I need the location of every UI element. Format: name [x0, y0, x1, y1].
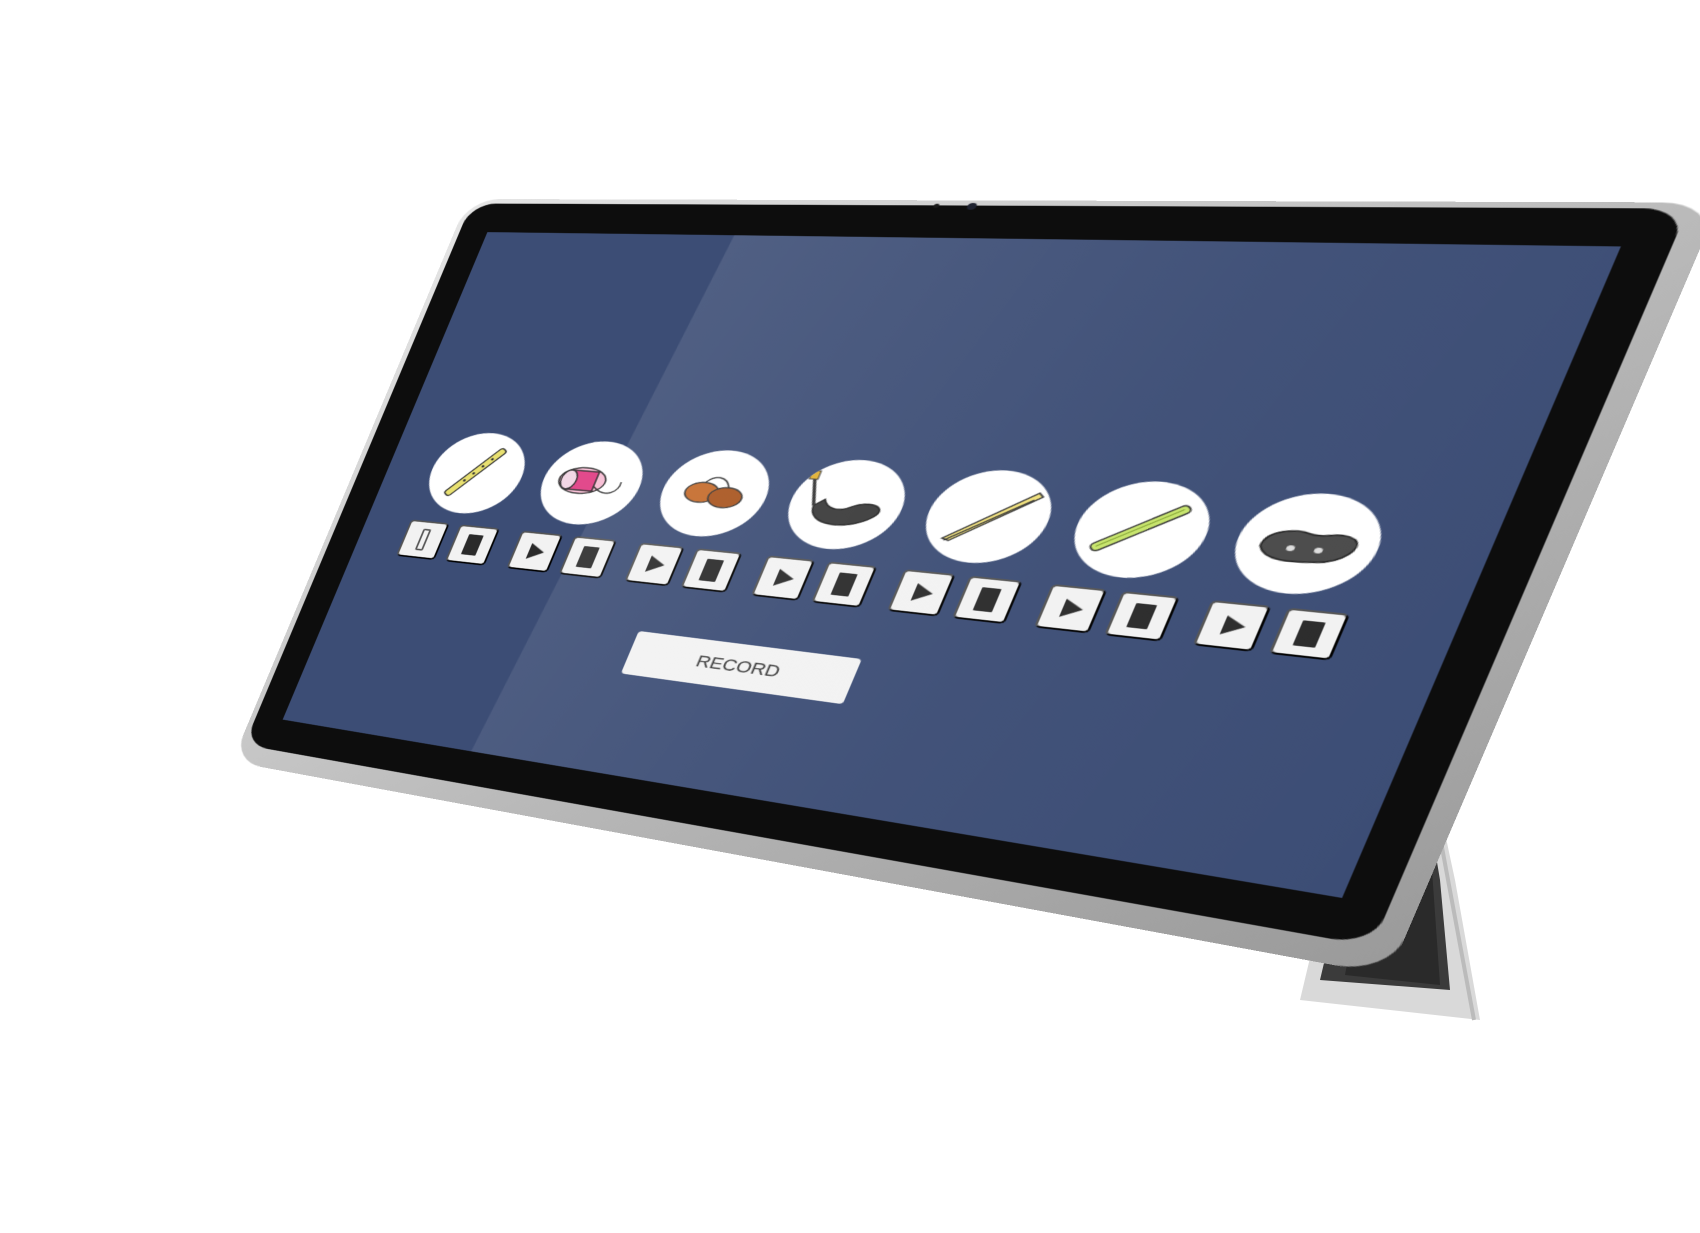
- play-icon[interactable]: [1192, 600, 1272, 652]
- bandage-roll-icon[interactable]: [526, 438, 658, 529]
- recorder-icon[interactable]: [1057, 477, 1227, 584]
- stop-icon[interactable]: [444, 524, 501, 566]
- record-button[interactable]: RECORD: [620, 630, 862, 705]
- ocarina-icon[interactable]: [1217, 488, 1400, 601]
- flute-icon[interactable]: [415, 430, 539, 518]
- stop-icon[interactable]: [1103, 591, 1180, 642]
- play-icon[interactable]: [506, 530, 564, 573]
- stop-icon[interactable]: [1268, 607, 1351, 661]
- play-icon[interactable]: [887, 569, 956, 617]
- light-sensor: [932, 203, 941, 208]
- front-camera: [965, 202, 978, 210]
- stop-icon[interactable]: [951, 575, 1023, 625]
- play-icon[interactable]: [1033, 583, 1108, 634]
- tweezers-icon[interactable]: [909, 466, 1068, 569]
- pause-icon[interactable]: [395, 519, 450, 561]
- stop-icon[interactable]: [680, 548, 743, 593]
- stop-icon[interactable]: [558, 535, 618, 579]
- bagpipe-icon[interactable]: [772, 456, 921, 555]
- castanets-icon[interactable]: [645, 446, 785, 542]
- play-icon[interactable]: [624, 542, 685, 587]
- sound-item-7: [1188, 488, 1402, 665]
- stop-icon[interactable]: [811, 561, 878, 608]
- play-icon[interactable]: [750, 555, 816, 601]
